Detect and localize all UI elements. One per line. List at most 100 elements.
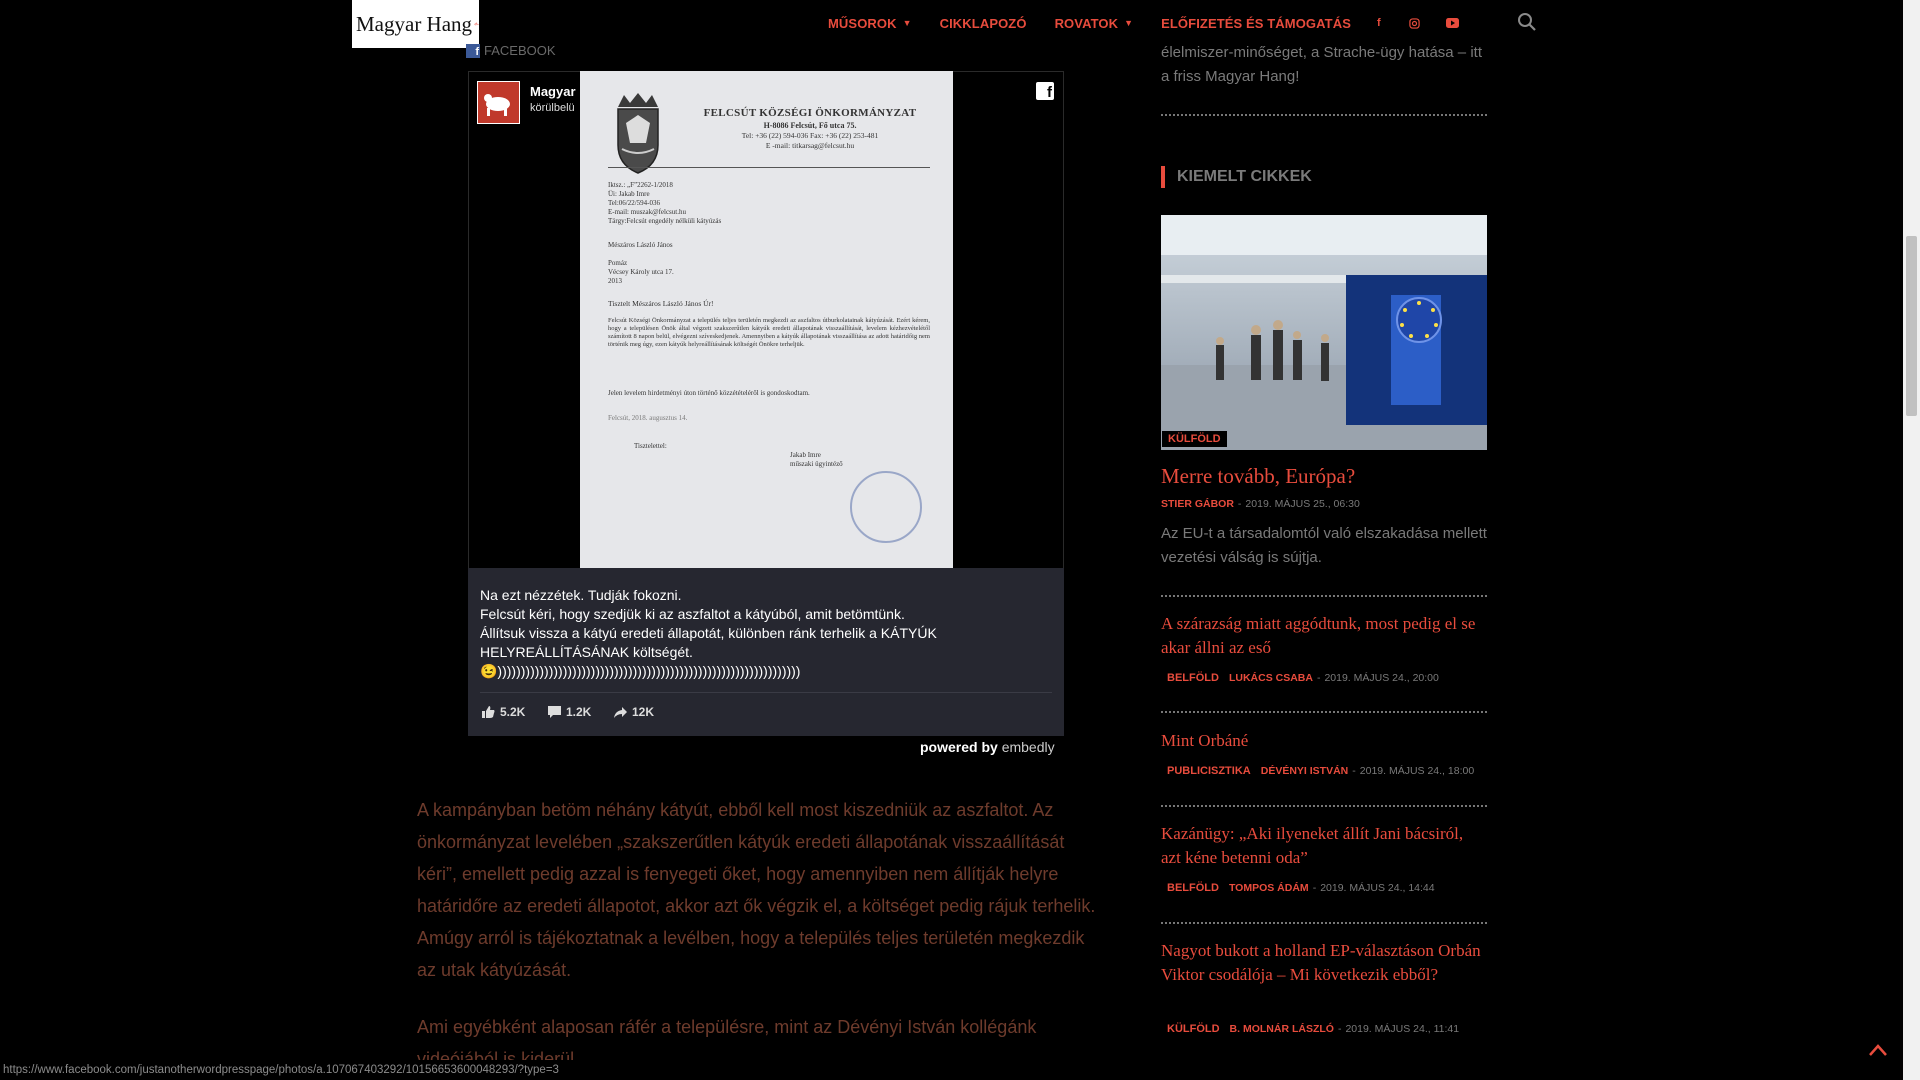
scroll-to-top-icon[interactable] [1869, 1044, 1887, 1056]
article-author[interactable]: LUKÁCS CSABA [1229, 672, 1313, 684]
sidebar-article-meta: KÜLFÖLD B. MOLNÁR LÁSZLÓ - 2019. MÁJUS 2… [1161, 1021, 1459, 1037]
site-logo[interactable]: Magyar Hang [352, 0, 479, 48]
sidebar-article-meta: BELFÖLD TOMPOS ÁDÁM - 2019. MÁJUS 24., 1… [1161, 880, 1435, 896]
letter-body: Felcsút Községi Önkormányzat a település… [608, 317, 930, 348]
article-paragraph: A kampányban betöm néhány kátyút, ebből … [417, 800, 1096, 980]
letter-header: FELCSÚT KÖZSÉGI ÖNKORMÁNYZAT H-8086 Felc… [690, 107, 930, 150]
nav-cikklapozo[interactable]: CIKKLAPOZÓ [940, 15, 1027, 31]
comment-icon [548, 706, 561, 718]
page-avatar[interactable] [477, 81, 520, 124]
sidebar-article-meta: BELFÖLD LUKÁCS CSABA - 2019. MÁJUS 24., … [1161, 670, 1439, 686]
letter-photo[interactable]: FELCSÚT KÖZSÉGI ÖNKORMÁNYZAT H-8086 Felc… [580, 71, 953, 568]
browser-status-bar: https://www.facebook.com/justanotherword… [0, 1060, 593, 1080]
post-time[interactable]: körülbelü [530, 102, 575, 114]
official-stamp [850, 471, 922, 543]
category-tag[interactable]: BELFÖLD [1161, 880, 1225, 896]
featured-article-excerpt: Az EU-t a társadalomtól való elszakadása… [1161, 525, 1487, 566]
sidebar-article-title[interactable]: Mint Orbáné [1161, 729, 1487, 753]
scrollbar-track[interactable] [1903, 0, 1920, 1080]
main-nav: MŰSOROK ▼ CIKKLAPOZÓ ROVATOK ▼ ELŐFIZETÉ… [828, 15, 1459, 31]
letter-email: E -mail: titkarsag@felcsut.hu [765, 141, 855, 150]
meta-separator: - [1316, 672, 1321, 684]
sidebar-article-meta: PUBLICISZTIKA DÉVÉNYI ISTVÁN - 2019. MÁJ… [1161, 763, 1474, 779]
nav-elofizetes-label: ELŐFIZETÉS ÉS TÁMOGATÁS [1161, 15, 1351, 31]
sidebar-snippet[interactable]: élelmiszer-minőséget, a Strache-ügy hatá… [1161, 41, 1487, 89]
article-author[interactable]: STIER GÁBOR [1161, 498, 1234, 510]
logo-text: Magyar Hang [356, 11, 473, 36]
article-date: 2019. MÁJUS 24., 18:00 [1359, 765, 1475, 777]
letter-divider [608, 167, 930, 168]
powered-by-text: powered by [920, 739, 998, 755]
article-author[interactable]: DÉVÉNYI ISTVÁN [1261, 765, 1349, 777]
embed-divider [480, 692, 1052, 693]
sidebar-article-title[interactable]: A szárazság miatt aggódtunk, most pedig … [1161, 612, 1487, 660]
category-tag[interactable]: KÜLFÖLD [1162, 431, 1227, 447]
sidebar-divider [1161, 595, 1487, 597]
sidebar-article-title[interactable]: Kazánügy: „Aki ilyeneket állít Jani bács… [1161, 822, 1487, 870]
letter-greeting: Tisztelt Mészáros László János Úr! [608, 299, 714, 308]
letter-signature: Jakab Imre műszaki ügyintéző [790, 451, 843, 468]
nav-rovatok[interactable]: ROVATOK ▼ [1055, 15, 1134, 31]
meta-separator: - [1312, 882, 1317, 894]
letter-phone: Tel: +36 (22) 594-036 Fax: +36 (22) 253-… [741, 131, 879, 140]
search-icon[interactable] [1517, 12, 1537, 32]
meta-separator: - [1237, 498, 1242, 510]
nav-musorok[interactable]: MŰSOROK ▼ [828, 15, 912, 31]
embedly-brand: embedly [1001, 739, 1055, 755]
meta-separator: - [1352, 765, 1356, 777]
logo-wave-icon [474, 22, 479, 26]
share-count[interactable]: 12K [614, 705, 654, 719]
scrollbar-thumb[interactable] [1906, 236, 1917, 416]
letter-regards: Tisztelettel: [634, 442, 667, 450]
chevron-down-icon: ▼ [1124, 18, 1134, 28]
sidebar-divider [1161, 114, 1487, 116]
share-icon [614, 706, 627, 718]
nav-rovatok-label: ROVATOK [1054, 15, 1119, 31]
facebook-icon: f [466, 43, 480, 58]
letter-addressee: Mészáros László János Pomáz Vécsey Károl… [608, 241, 674, 285]
post-text: Na ezt nézzétek. Tudják fokozni. Felcsút… [480, 587, 937, 679]
sidebar-divider [1161, 922, 1487, 924]
youtube-icon[interactable] [1445, 15, 1459, 31]
comment-count-text: 1.2K [566, 705, 592, 719]
featured-article-image[interactable] [1161, 215, 1487, 450]
powered-by-embedly[interactable]: powered by embedly [920, 739, 1055, 755]
meta-separator: - [1337, 1023, 1342, 1035]
article-author[interactable]: TOMPOS ÁDÁM [1229, 882, 1309, 894]
letter-body-2: Jelen levelem hirdetményi úton történő k… [608, 389, 810, 397]
featured-article-meta: STIER GÁBOR - 2019. MÁJUS 25., 06:30 [1161, 498, 1360, 510]
thumbs-up-icon [482, 706, 495, 718]
nav-musorok-label: MŰSOROK [828, 15, 897, 31]
nav-cikklapozo-label: CIKKLAPOZÓ [939, 15, 1027, 31]
article-date: 2019. MÁJUS 24., 14:44 [1320, 882, 1435, 894]
letter-address: H-8086 Felcsút, Fő utca 75. [763, 121, 857, 130]
letter-meta: Iktsz.: „F”2262-1/2018 Üi: Jakab Imre Te… [608, 181, 722, 225]
article-author[interactable]: B. MOLNÁR LÁSZLÓ [1230, 1023, 1334, 1035]
sidebar-divider [1161, 711, 1487, 713]
category-tag[interactable]: PUBLICISZTIKA [1161, 763, 1257, 779]
embed-source-label[interactable]: f FACEBOOK [466, 43, 556, 58]
sidebar-article-title[interactable]: Nagyot bukott a holland EP-választáson O… [1161, 939, 1487, 987]
share-count-text: 12K [632, 705, 655, 719]
letter-date: Felcsút, 2018. augusztus 14. [608, 414, 688, 422]
sidebar-divider [1161, 805, 1487, 807]
like-count[interactable]: 5.2K [482, 705, 525, 719]
page-name[interactable]: Magyar [530, 84, 576, 99]
featured-article-title[interactable]: Merre tovább, Európa? [1161, 462, 1487, 490]
article-date: 2019. MÁJUS 24., 20:00 [1324, 672, 1439, 684]
category-tag[interactable]: KÜLFÖLD [1161, 1021, 1226, 1037]
comment-count[interactable]: 1.2K [548, 705, 591, 719]
letter-org: FELCSÚT KÖZSÉGI ÖNKORMÁNYZAT [703, 107, 917, 119]
article-date: 2019. MÁJUS 24., 11:41 [1345, 1023, 1460, 1035]
nav-elofizetes[interactable]: ELŐFIZETÉS ÉS TÁMOGATÁS [1161, 15, 1351, 31]
embed-source-text: FACEBOOK [484, 43, 556, 58]
facebook-icon[interactable]: f [1377, 15, 1381, 31]
category-tag[interactable]: BELFÖLD [1161, 670, 1225, 686]
like-count-text: 5.2K [500, 705, 526, 719]
chevron-down-icon: ▼ [902, 18, 912, 28]
facebook-icon[interactable]: f [1036, 82, 1054, 100]
section-title: KIEMELT CIKKEK [1161, 166, 1312, 188]
instagram-icon[interactable] [1409, 15, 1420, 31]
article-date: 2019. MÁJUS 25., 06:30 [1245, 498, 1360, 510]
facebook-icon-glyph: f [1376, 17, 1381, 29]
